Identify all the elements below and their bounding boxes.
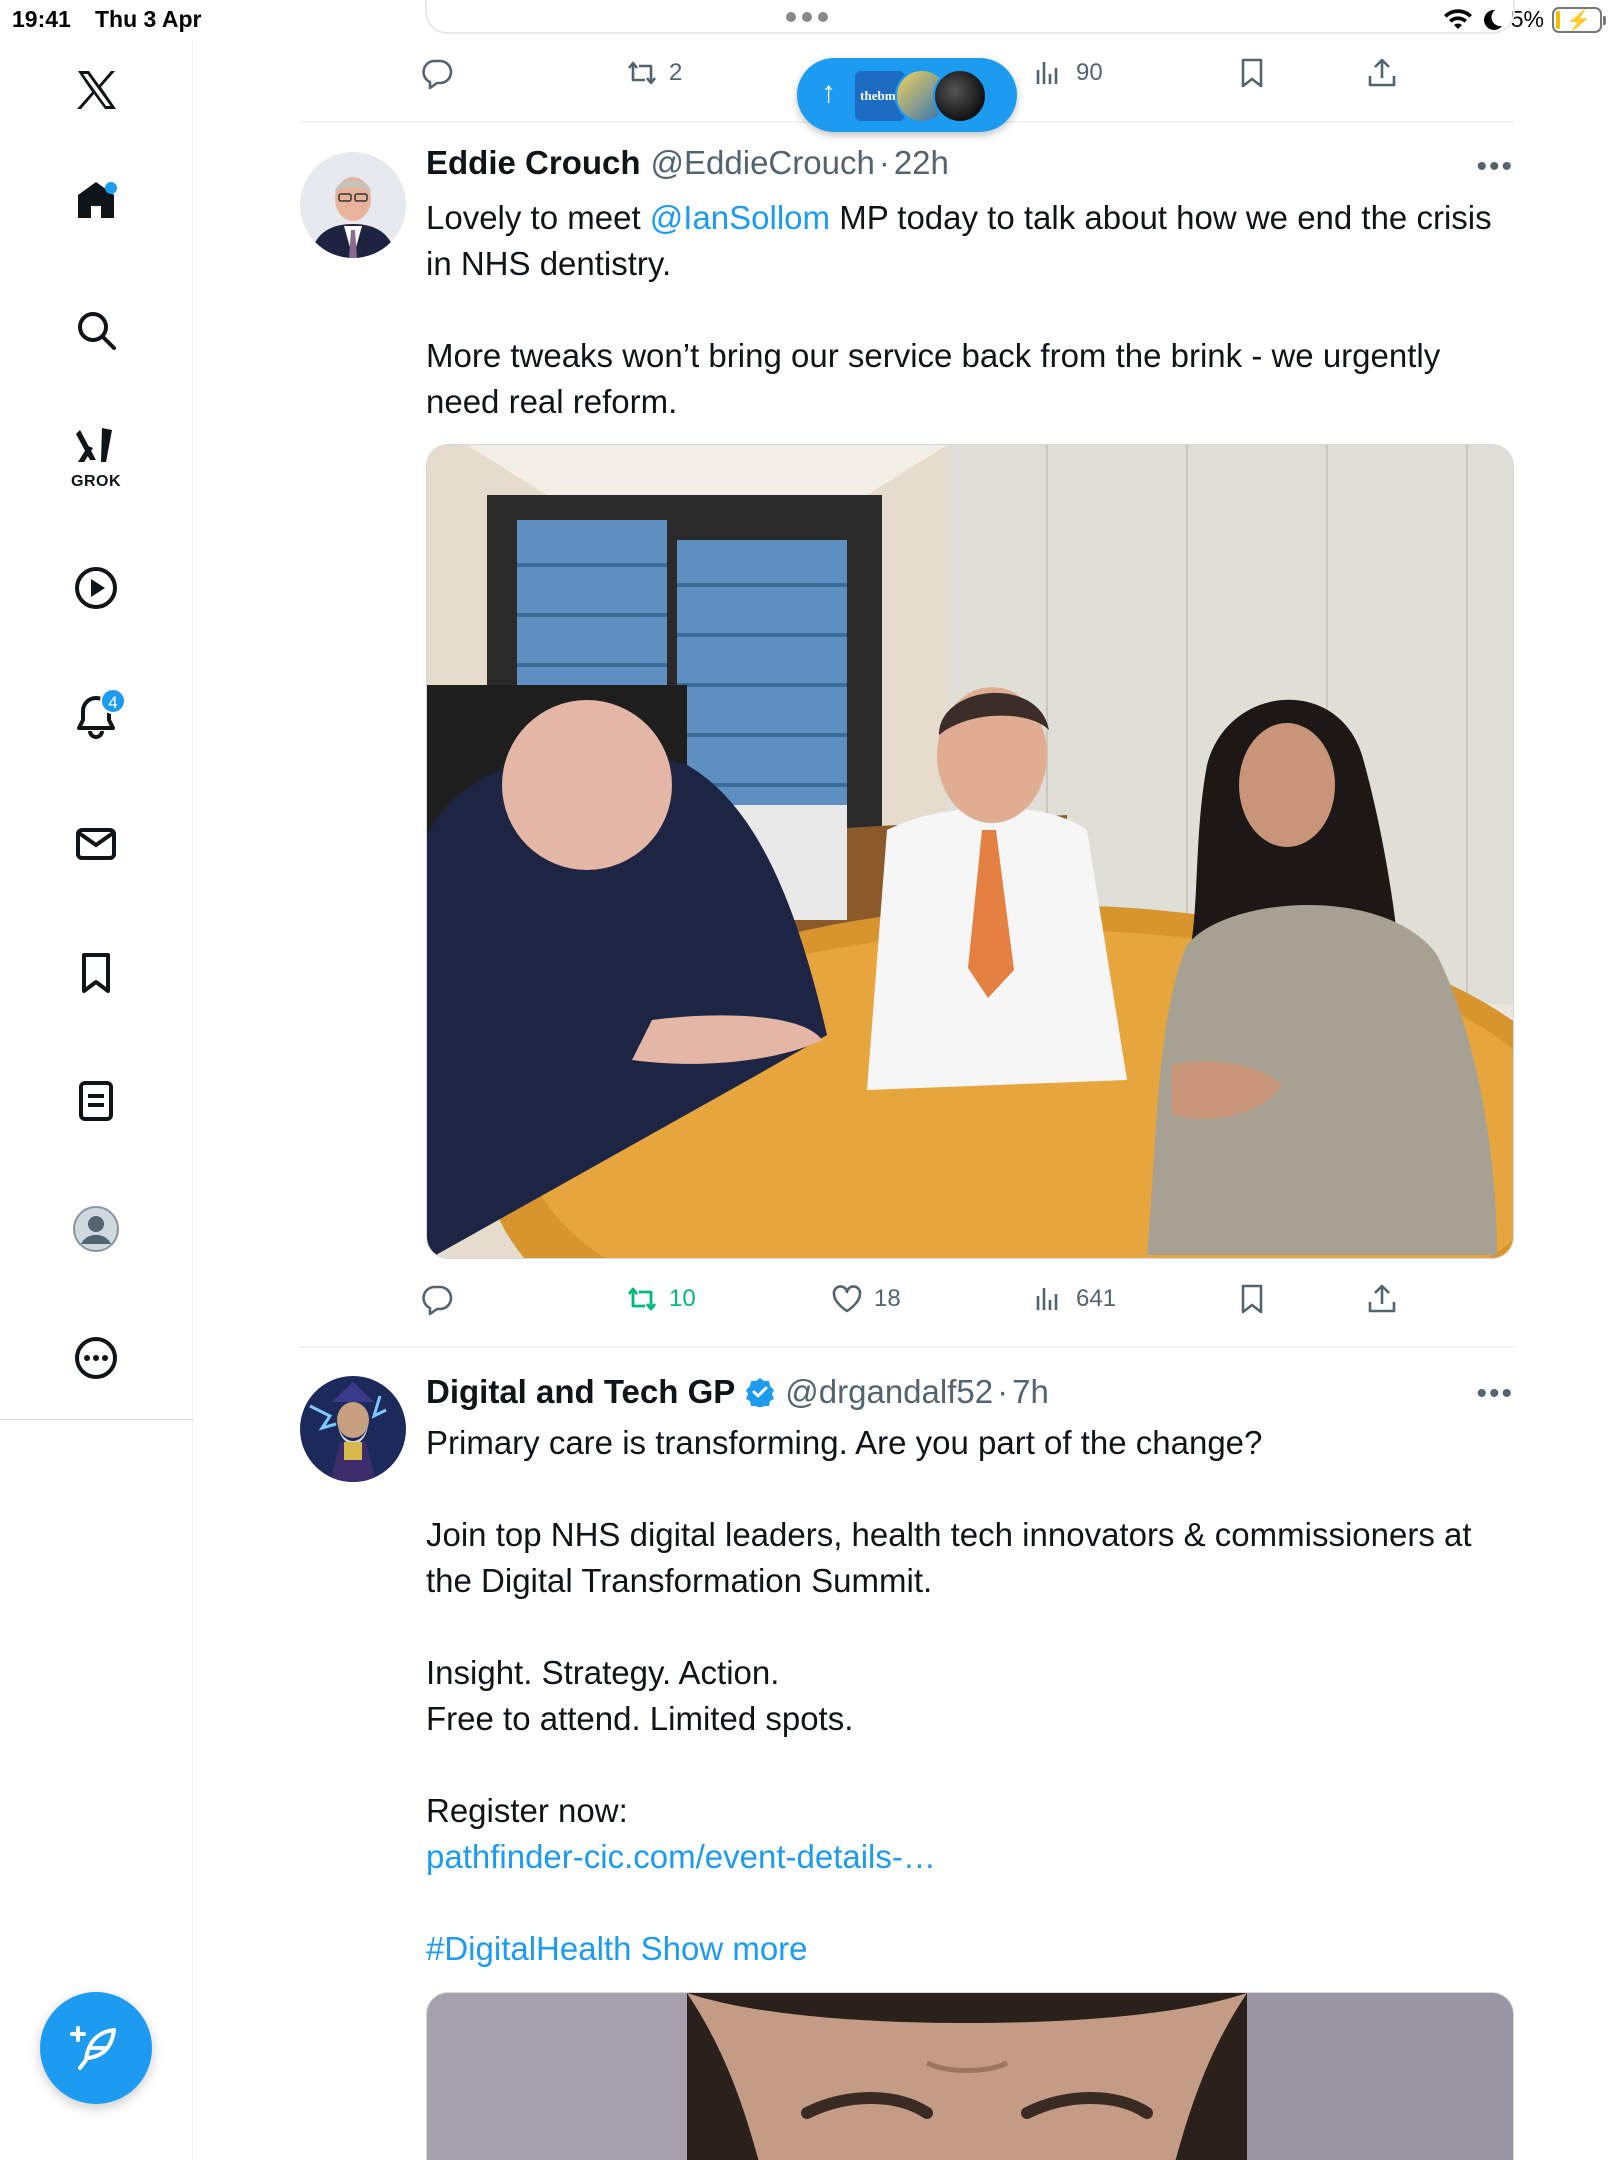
tweet-text: Primary care is transforming. Are you pa… xyxy=(426,1420,1516,1972)
mention-link[interactable]: @IanSollom xyxy=(650,199,830,236)
views-icon xyxy=(1036,62,1058,84)
display-name[interactable]: Digital and Tech GP xyxy=(426,1373,735,1411)
bookmark-icon xyxy=(1241,58,1263,88)
compose-post-button[interactable] xyxy=(40,1992,152,2104)
tweet-paragraph: More tweaks won’t bring our service back… xyxy=(426,337,1441,420)
notifications-badge: 4 xyxy=(100,688,126,714)
battery-percentage: 5% xyxy=(1510,6,1544,32)
grok-icon[interactable]: GROK xyxy=(56,415,136,495)
bookmarks-icon[interactable] xyxy=(56,933,136,1013)
search-icon[interactable] xyxy=(56,290,136,370)
share-icon xyxy=(1368,58,1396,87)
handle[interactable]: @EddieCrouch xyxy=(651,144,875,182)
like-button[interactable]: 18 xyxy=(830,1274,901,1324)
quoted-card-edge[interactable] xyxy=(425,0,1515,34)
home-icon[interactable] xyxy=(56,160,136,240)
bookmark-button[interactable] xyxy=(1235,48,1269,98)
sidebar: GROK 4 xyxy=(0,40,193,2160)
more-options-button[interactable]: ••• xyxy=(1476,150,1514,184)
tweet-line: Insight. Strategy. Action. xyxy=(426,1654,780,1691)
tweet-photo[interactable] xyxy=(426,444,1514,1259)
messages-icon[interactable] xyxy=(56,804,136,884)
compose-feather-icon xyxy=(70,2026,116,2070)
x-logo-icon[interactable] xyxy=(56,50,136,130)
retweet-count: 2 xyxy=(669,59,683,86)
more-options-button[interactable]: ••• xyxy=(1476,1377,1514,1411)
retweet-count: 10 xyxy=(669,1285,696,1312)
status-time: 19:41 xyxy=(12,6,71,32)
show-more-link[interactable]: Show more xyxy=(641,1930,808,1967)
reply-button[interactable] xyxy=(420,48,454,98)
battery-icon: ⚡ xyxy=(1552,6,1606,33)
more-options-icon[interactable] xyxy=(56,1318,136,1398)
retweet-icon xyxy=(627,1287,657,1311)
like-count: 18 xyxy=(874,1285,901,1312)
feed-divider xyxy=(300,1346,1514,1348)
tweet-line: Free to attend. Limited spots. xyxy=(426,1700,854,1737)
tweet-line: Primary care is transforming. Are you pa… xyxy=(426,1424,1263,1461)
lists-icon[interactable] xyxy=(56,1061,136,1141)
tweet-header: Eddie Crouch @EddieCrouch · 22h xyxy=(426,144,949,182)
hashtag-link[interactable]: #DigitalHealth xyxy=(426,1930,631,1967)
reply-button[interactable] xyxy=(420,1274,454,1324)
share-button[interactable] xyxy=(1365,1274,1399,1324)
profile-avatar-icon[interactable] xyxy=(56,1189,136,1269)
retweet-icon xyxy=(627,61,657,85)
bookmark-icon xyxy=(1241,1284,1263,1314)
bookmark-button[interactable] xyxy=(1235,1274,1269,1324)
tweet-line: Join top NHS digital leaders, health tec… xyxy=(426,1516,1472,1599)
views-count: 641 xyxy=(1076,1285,1117,1312)
reply-icon xyxy=(422,1285,453,1316)
grok-label: GROK xyxy=(71,473,121,490)
retweet-button[interactable]: 2 xyxy=(625,48,682,98)
separator: · xyxy=(997,1373,1009,1410)
arrow-up-icon: ↑ xyxy=(821,76,836,109)
avatar-eddie-crouch[interactable] xyxy=(300,152,406,258)
tweet-line: Register now: xyxy=(426,1792,628,1829)
views-count: 90 xyxy=(1076,59,1103,86)
heart-icon xyxy=(832,1285,862,1313)
views-button[interactable]: 641 xyxy=(1032,1274,1116,1324)
tweet-photo[interactable] xyxy=(426,1992,1514,2160)
share-icon xyxy=(1368,1284,1396,1313)
tweet-time[interactable]: 22h xyxy=(894,144,949,182)
new-posts-pill[interactable]: ↑ thebmj xyxy=(797,58,1017,132)
tweet-header: Digital and Tech GP @drgandalf52 · 7h xyxy=(426,1373,1049,1411)
tweet-actions: 10 18 641 xyxy=(420,1274,1420,1324)
tweet-text-prefix: Lovely to meet xyxy=(426,199,650,236)
separator: · xyxy=(878,144,890,181)
avatar-digital-and-tech-gp[interactable] xyxy=(300,1376,406,1482)
status-date: Thu 3 Apr xyxy=(95,6,202,32)
handle[interactable]: @drgandalf52 xyxy=(785,1373,993,1411)
reply-icon xyxy=(422,59,453,90)
sidebar-divider xyxy=(0,1419,193,1420)
views-button[interactable]: 90 xyxy=(1032,48,1103,98)
tweet-time[interactable]: 7h xyxy=(1012,1373,1049,1411)
share-button[interactable] xyxy=(1365,48,1399,98)
retweet-button[interactable]: 10 xyxy=(625,1274,696,1324)
display-name[interactable]: Eddie Crouch xyxy=(426,144,641,182)
views-icon xyxy=(1036,1288,1058,1310)
play-icon[interactable] xyxy=(56,548,136,628)
verified-badge-icon xyxy=(746,1378,775,1407)
url-link[interactable]: pathfinder-cic.com/event-details-… xyxy=(426,1838,936,1875)
notifications-icon[interactable]: 4 xyxy=(56,676,136,756)
tweet-text: Lovely to meet @IanSollom MP today to ta… xyxy=(426,195,1516,425)
home-new-indicator xyxy=(105,182,117,194)
pill-avatar xyxy=(933,69,987,123)
